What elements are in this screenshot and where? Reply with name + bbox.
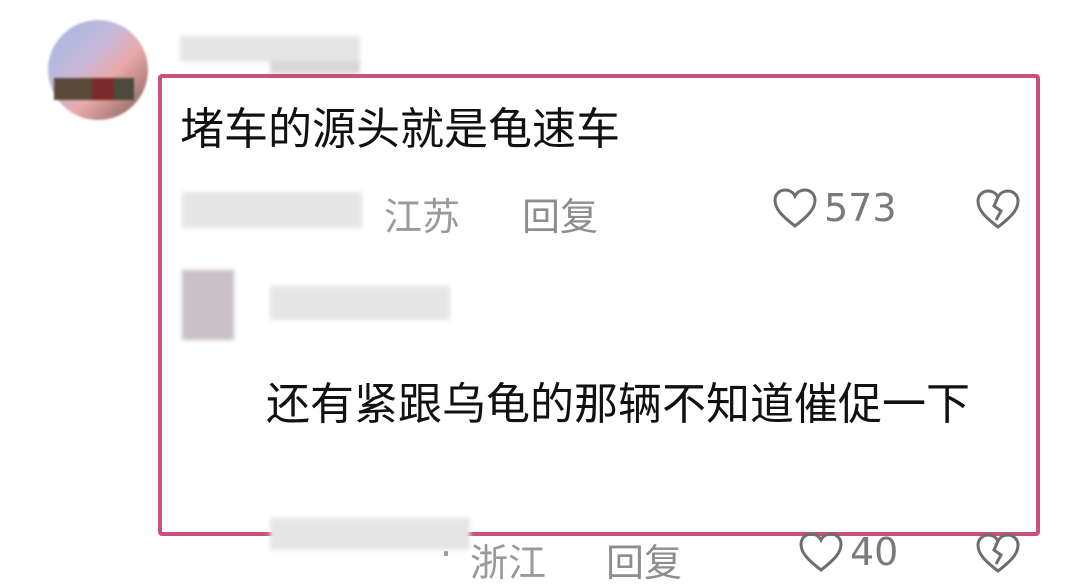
commenter-username-extra	[270, 60, 360, 74]
broken-heart-icon	[974, 532, 1022, 574]
comment-text: 堵车的源头就是龟速车	[180, 104, 620, 155]
comment-like-count: 573	[824, 186, 897, 230]
comment-dislike-button[interactable]	[974, 188, 1022, 230]
comment-like-button[interactable]: 573	[772, 186, 897, 230]
next-comment-like-button[interactable]: 40	[798, 530, 898, 574]
replier-username[interactable]	[270, 286, 450, 320]
reply-text: 还有紧跟乌龟的那辆不知道催促一下	[266, 379, 970, 430]
comment-reply-button[interactable]: 回复	[522, 186, 598, 241]
replier-avatar[interactable]	[182, 270, 234, 340]
commenter-username[interactable]	[180, 36, 360, 62]
comment-date	[182, 192, 362, 228]
comment-location: 江苏	[384, 195, 461, 239]
commenter-avatar[interactable]	[48, 20, 148, 120]
next-comment-separator: ·	[440, 532, 453, 576]
next-comment-location: 浙江	[470, 541, 547, 585]
heart-outline-icon	[772, 187, 818, 229]
heart-outline-icon	[798, 531, 844, 573]
next-comment-reply-button[interactable]: 回复	[606, 532, 682, 587]
broken-heart-icon	[974, 188, 1022, 230]
next-comment-dislike-button[interactable]	[974, 532, 1022, 574]
next-comment-like-count: 40	[850, 530, 899, 574]
